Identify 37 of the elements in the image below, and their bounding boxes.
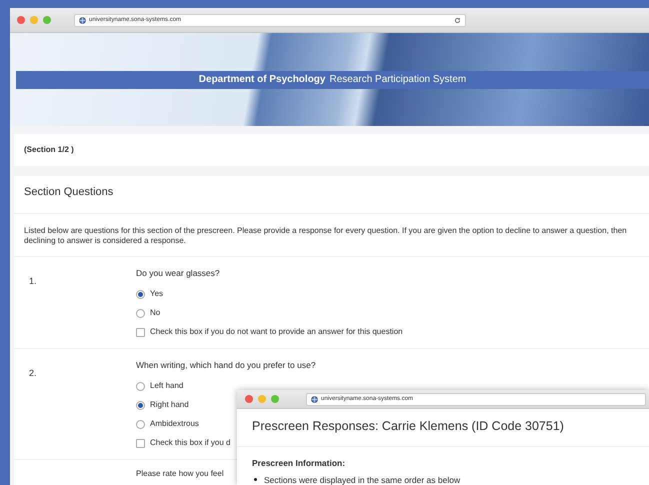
radio-button[interactable]: [136, 290, 145, 298]
option-label: Left hand: [150, 380, 184, 392]
question-number: 1.: [29, 274, 38, 288]
zoom-button[interactable]: [43, 16, 51, 24]
minimize-button[interactable]: [30, 16, 38, 24]
radio-button[interactable]: [136, 308, 145, 318]
intro-text: Listed below are questions for this section of the prescreen. Please provide a response for every question. If you are given the option to decline to answer a question, then declining to answer is considered a response.: [23, 224, 628, 247]
close-button[interactable]: [17, 16, 25, 24]
question-text: When writing, which hand do you prefer to use?: [136, 358, 316, 372]
zoom-button[interactable]: [271, 395, 279, 403]
checkbox-label: Check this box if you d: [150, 437, 230, 449]
radio-button[interactable]: [136, 382, 145, 390]
question-text: Do you wear glasses?: [136, 266, 221, 280]
option-label: Ambidextrous: [150, 418, 199, 430]
banner-title: Department of Psychology: [198, 73, 326, 87]
popup-title: Prescreen Responses: Carrie Klemens (ID Code 30751): [237, 409, 649, 447]
checkbox[interactable]: [136, 438, 145, 448]
bullet-icon: [254, 478, 257, 482]
section-heading: Section Questions: [14, 176, 649, 214]
minimize-button[interactable]: [258, 395, 266, 403]
globe-icon: [79, 16, 86, 24]
question-text: Please rate how you feel: [136, 468, 224, 480]
reload-icon[interactable]: [454, 16, 461, 24]
option-label: Right hand: [150, 399, 189, 411]
option-label: No: [150, 307, 160, 319]
banner-subtitle: Research Participation System: [329, 73, 466, 87]
question-number: 2.: [29, 366, 38, 380]
close-button[interactable]: [245, 395, 253, 403]
radio-button[interactable]: [136, 420, 145, 428]
bullet-item: Sections were displayed in the same order as below: [264, 474, 460, 485]
option-label: Yes: [150, 288, 164, 300]
radio-button[interactable]: [136, 400, 145, 410]
info-heading: Prescreen Information:: [251, 456, 346, 470]
globe-icon: [311, 396, 318, 402]
checkbox-label: Check this box if you do not want to provide an answer for this question: [150, 326, 403, 338]
checkbox[interactable]: [136, 328, 145, 336]
section-label: (Section 1/2 ): [24, 144, 75, 156]
